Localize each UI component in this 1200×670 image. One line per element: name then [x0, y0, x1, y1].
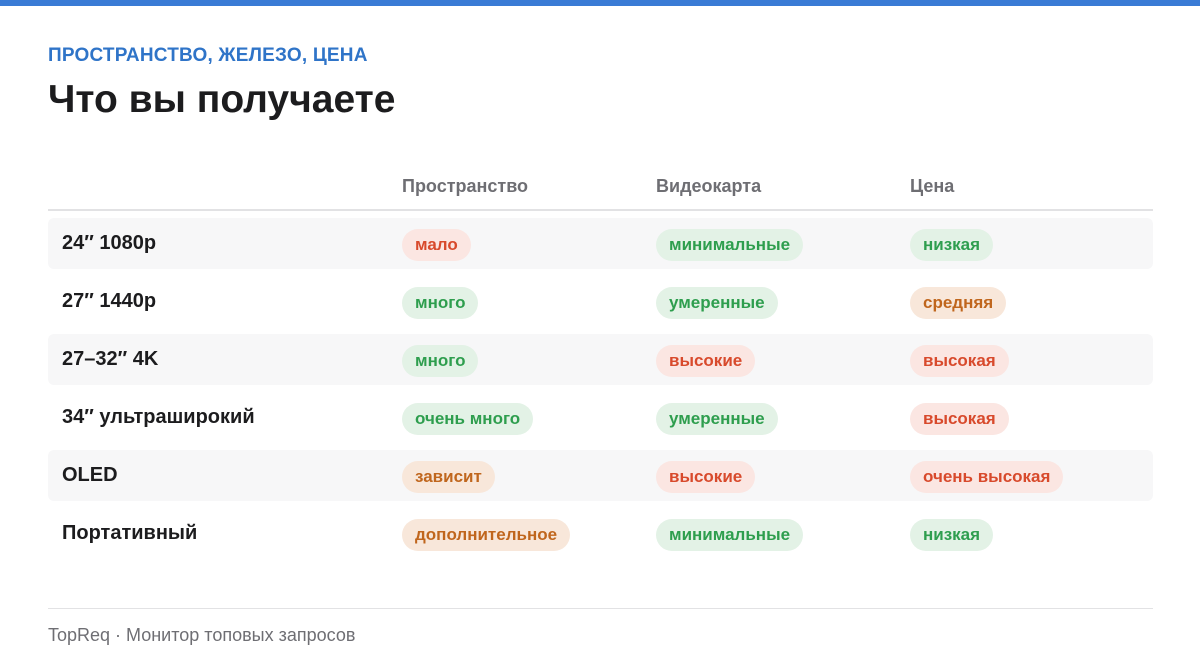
- comparison-table: Пространство Видеокарта Цена 24″ 1080p м…: [48, 168, 1153, 566]
- table-row: 24″ 1080p мало минимальные низкая: [48, 218, 1153, 269]
- row-label: 24″ 1080p: [62, 232, 157, 254]
- column-header-price: Цена: [910, 176, 955, 196]
- status-badge: низкая: [910, 519, 994, 551]
- status-badge: очень высокая: [910, 461, 1064, 493]
- page-title: Что вы получаете: [48, 78, 396, 121]
- footer-divider: [48, 608, 1153, 609]
- status-badge: минимальные: [656, 519, 804, 551]
- section-eyebrow: ПРОСТРАНСТВО, ЖЕЛЕЗО, ЦЕНА: [48, 45, 368, 66]
- table-row: OLED зависит высокие очень высокая: [48, 450, 1153, 501]
- status-badge: мало: [402, 229, 471, 261]
- status-badge: высокая: [910, 403, 1009, 435]
- table-row: Портативный дополнительное минимальные н…: [48, 508, 1153, 559]
- top-accent-bar: [0, 0, 1200, 6]
- status-badge: много: [402, 345, 479, 377]
- status-badge: умеренные: [656, 403, 778, 435]
- status-badge: умеренные: [656, 287, 778, 319]
- row-label: OLED: [62, 464, 118, 486]
- row-label: Портативный: [62, 522, 198, 544]
- row-label: 27–32″ 4K: [62, 348, 159, 370]
- status-badge: средняя: [910, 287, 1007, 319]
- table-row: 27″ 1440p много умеренные средняя: [48, 276, 1153, 327]
- status-badge: минимальные: [656, 229, 804, 261]
- row-label: 34″ ультраширокий: [62, 406, 255, 428]
- footer-text: TopReq · Монитор топовых запросов: [48, 625, 356, 645]
- status-badge: низкая: [910, 229, 994, 261]
- row-label: 27″ 1440p: [62, 290, 157, 312]
- table-row: 34″ ультраширокий очень много умеренные …: [48, 392, 1153, 443]
- status-badge: очень много: [402, 403, 534, 435]
- status-badge: дополнительное: [402, 519, 571, 551]
- status-badge: высокие: [656, 345, 756, 377]
- status-badge: высокая: [910, 345, 1009, 377]
- status-badge: много: [402, 287, 479, 319]
- status-badge: высокие: [656, 461, 756, 493]
- column-header-gpu: Видеокарта: [656, 176, 762, 196]
- status-badge: зависит: [402, 461, 495, 493]
- table-header: Пространство Видеокарта Цена: [48, 168, 1153, 211]
- column-header-space: Пространство: [402, 176, 529, 196]
- table-body: 24″ 1080p мало минимальные низкая 27″ 14…: [48, 218, 1153, 559]
- table-row: 27–32″ 4K много высокие высокая: [48, 334, 1153, 385]
